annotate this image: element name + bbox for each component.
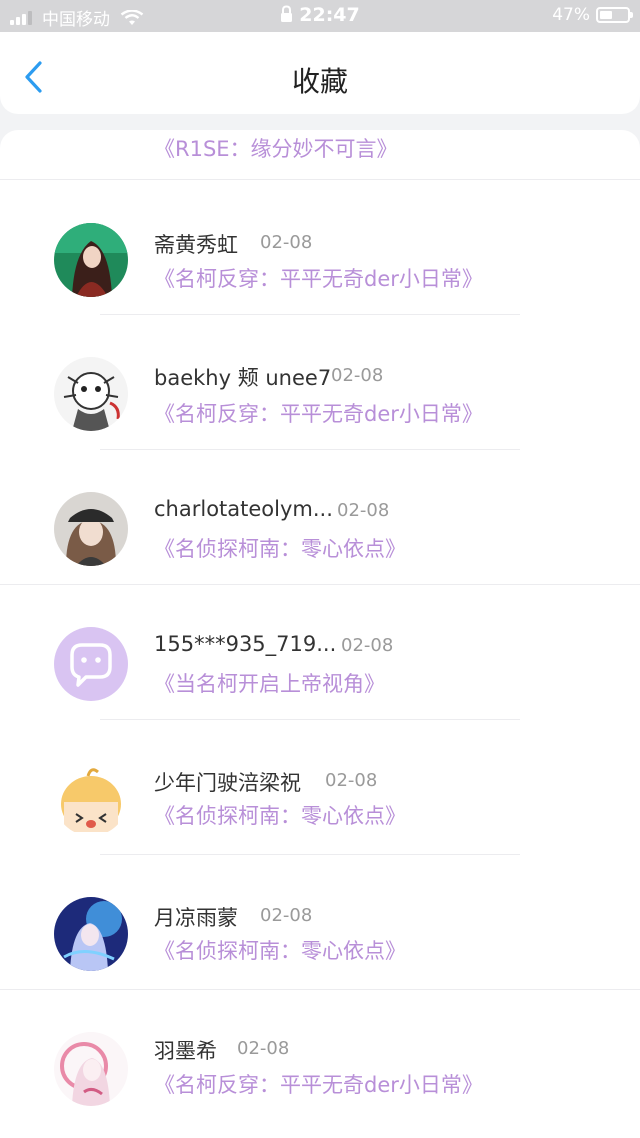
- list-item[interactable]: 少年门驶涪梁祝 02-08 《名侦探柯南：零心依点》: [0, 720, 640, 855]
- date-label: 02-08: [260, 232, 313, 253]
- username[interactable]: 月凉雨蒙: [154, 902, 238, 932]
- list-item[interactable]: 斋黄秀虹 02-08 《名柯反穿：平平无奇der小日常》: [0, 180, 640, 315]
- avatar: [54, 897, 128, 971]
- date-label: 02-08: [325, 770, 378, 791]
- lock-icon: [281, 5, 293, 22]
- list-item[interactable]: charlotateolym... 02-08 《名侦探柯南：零心依点》: [0, 450, 640, 585]
- list-item[interactable]: 155***935_719... 02-08 《当名柯开启上帝视角》: [0, 585, 640, 720]
- avatar: [54, 492, 128, 566]
- avatar: [54, 223, 128, 297]
- status-bar: 中国移动 22:47 47%: [0, 0, 640, 32]
- avatar: [54, 762, 128, 836]
- list-item[interactable]: 《R1SE：缘分妙不可言》: [0, 130, 640, 180]
- date-label: 02-08: [341, 635, 394, 656]
- avatar: [54, 627, 128, 701]
- date-label: 02-08: [260, 905, 313, 926]
- work-title[interactable]: 《名柯反穿：平平无奇der小日常》: [154, 1069, 483, 1099]
- work-title[interactable]: 《名侦探柯南：零心依点》: [154, 533, 406, 563]
- nav-header: 收藏: [0, 32, 640, 114]
- username[interactable]: 羽墨希: [154, 1035, 217, 1065]
- avatar: [54, 1032, 128, 1106]
- work-title[interactable]: 《当名柯开启上帝视角》: [154, 668, 385, 698]
- username[interactable]: 少年门驶涪梁祝: [154, 767, 301, 797]
- battery-percent: 47%: [552, 5, 590, 25]
- date-label: 02-08: [237, 1038, 290, 1059]
- page-title: 收藏: [291, 65, 348, 98]
- work-title[interactable]: 《名柯反穿：平平无奇der小日常》: [154, 263, 483, 293]
- date-label: 02-08: [337, 500, 390, 521]
- work-title[interactable]: 《名侦探柯南：零心依点》: [154, 935, 406, 965]
- list-item[interactable]: 羽墨希 02-08 《名柯反穿：平平无奇der小日常》: [0, 990, 640, 1125]
- username[interactable]: 155***935_719...: [154, 632, 336, 656]
- list-item[interactable]: 月凉雨蒙 02-08 《名侦探柯南：零心依点》: [0, 855, 640, 990]
- avatar: [54, 357, 128, 431]
- chat-bubble-icon: [70, 643, 112, 687]
- battery-icon: [596, 7, 633, 23]
- username[interactable]: charlotateolym...: [154, 497, 333, 521]
- list-item[interactable]: baekhy 颊 unee7 02-08 《名柯反穿：平平无奇der小日常》: [0, 315, 640, 450]
- username[interactable]: baekhy 颊 unee7: [154, 362, 331, 392]
- work-title[interactable]: 《名柯反穿：平平无奇der小日常》: [154, 398, 483, 428]
- work-title[interactable]: 《名侦探柯南：零心依点》: [154, 800, 406, 830]
- username[interactable]: 斋黄秀虹: [154, 229, 238, 259]
- favorites-list: 《R1SE：缘分妙不可言》 斋黄秀虹 02-08 《名柯反穿：平平无奇der小日…: [0, 130, 640, 1138]
- work-title[interactable]: 《R1SE：缘分妙不可言》: [154, 133, 398, 163]
- clock: 22:47: [299, 4, 360, 26]
- date-label: 02-08: [331, 365, 384, 386]
